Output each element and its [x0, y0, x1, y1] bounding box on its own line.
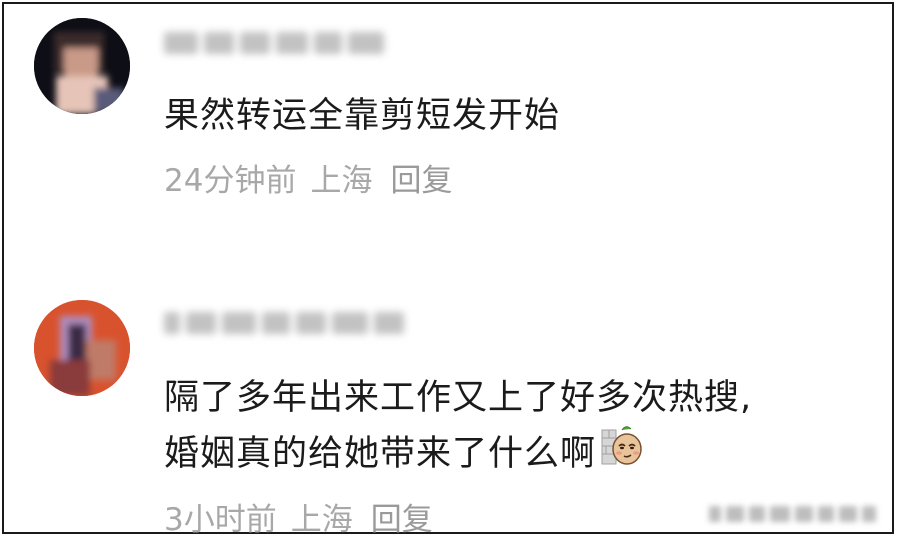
comment-location: 上海	[290, 502, 353, 538]
comment-text: 果然转运全靠剪短发开始	[164, 96, 561, 136]
comment-meta: 24分钟前 上海 回复	[164, 161, 452, 201]
username-blurred	[164, 308, 404, 338]
screenshot-frame: 果然转运全靠剪短发开始 24分钟前 上海 回复 隔了多年出来工作又上了好多次热搜…	[2, 2, 894, 538]
avatar[interactable]	[34, 300, 130, 396]
avatar[interactable]	[34, 18, 130, 114]
reply-button[interactable]: 回复	[371, 500, 433, 540]
comment-meta: 3小时前 上海 回复	[164, 500, 433, 540]
comment-text-line: 婚姻真的给她带来了什么啊	[164, 425, 752, 483]
sly-peanut-emoji-icon	[600, 422, 644, 483]
comment-time: 24分钟前	[164, 163, 297, 199]
reply-button[interactable]: 回复	[390, 161, 452, 201]
comment-text-line: 隔了多年出来工作又上了好多次热搜,	[164, 378, 753, 418]
comment-location: 上海	[310, 163, 373, 199]
comment-time: 3小时前	[164, 502, 277, 538]
username-blurred	[164, 28, 384, 58]
comment-text: 隔了多年出来工作又上了好多次热搜, 婚姻真的给她带来了什么啊	[164, 370, 752, 483]
watermark-blurred	[709, 506, 876, 522]
